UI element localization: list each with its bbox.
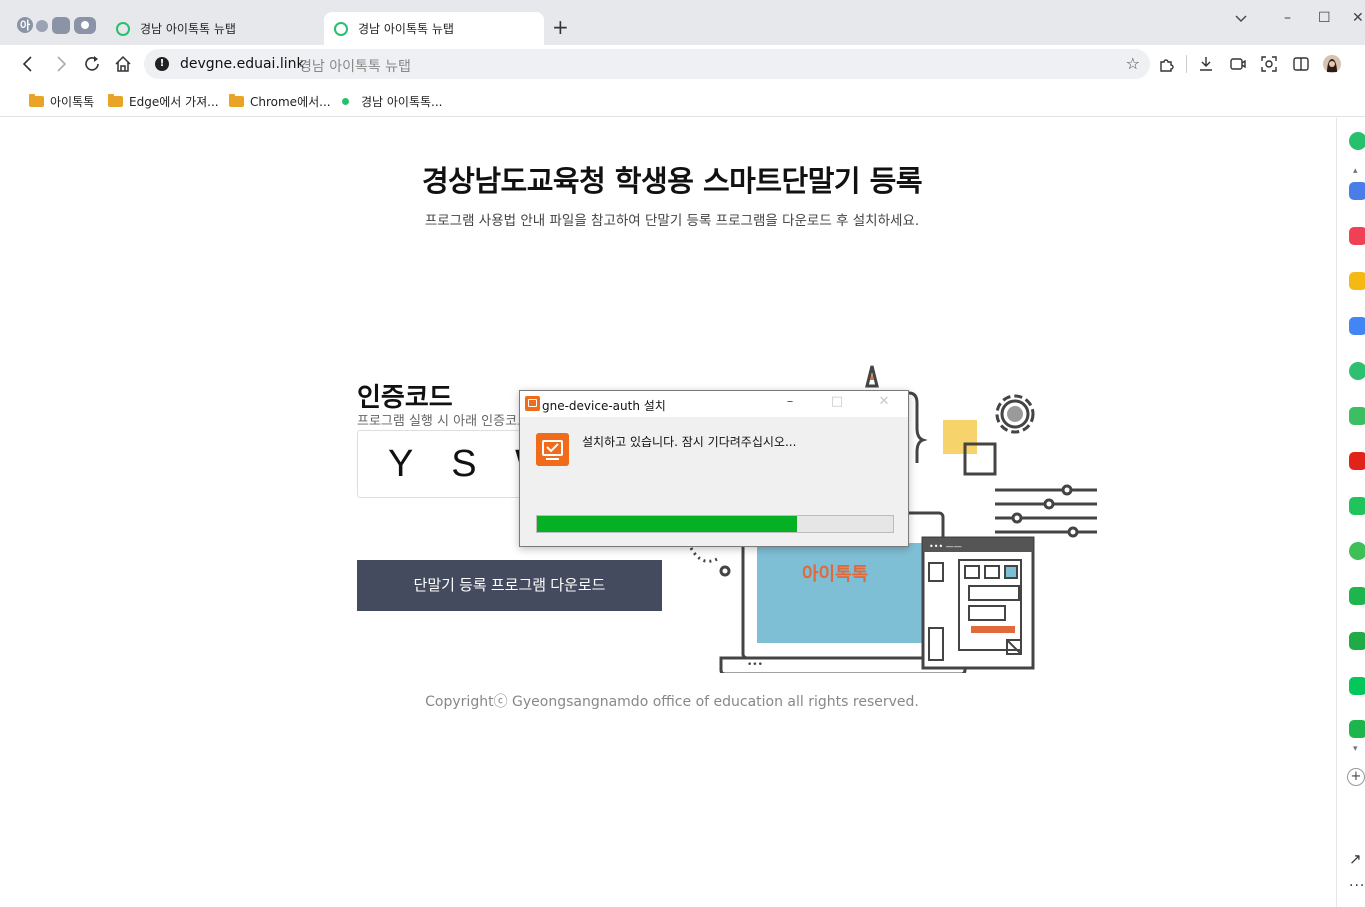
minimize-button[interactable]: – <box>1284 10 1291 26</box>
bookmark-label: Edge에서 가져... <box>129 95 219 109</box>
auth-code-value: Y S W <box>388 443 526 485</box>
favorites-star-icon[interactable]: ☆ <box>1126 54 1140 73</box>
back-icon[interactable] <box>17 53 39 75</box>
forward-icon[interactable] <box>50 53 72 75</box>
site-info-icon[interactable]: ! <box>155 57 169 71</box>
installer-dialog: gne-device-auth 설치 – □ ✕ 설치하고 있습니다. 잠시 기… <box>519 390 909 547</box>
menu-dots-icon[interactable]: ⋮ <box>1359 53 1365 67</box>
sidebar-add-button[interactable]: + <box>1347 768 1365 786</box>
extensions-icon[interactable] <box>1157 55 1175 73</box>
folder-icon <box>29 94 44 107</box>
sidebar-more-icon[interactable]: ··· <box>1349 878 1365 894</box>
svg-text:아: 아 <box>20 18 31 32</box>
tab-strip: 아 경남 아이톡톡 뉴탭 경남 아이톡톡 뉴탭 + – ☐ ✕ <box>0 0 1365 45</box>
screenshot-icon[interactable] <box>1260 55 1278 73</box>
sidebar-b-icon[interactable] <box>1349 542 1365 560</box>
tab-search-chevron-icon[interactable] <box>1234 12 1248 26</box>
bookmark-folder-edge[interactable]: Edge에서 가져... <box>108 93 219 110</box>
bookmark-aitoktok-site[interactable]: 경남 아이톡톡... <box>340 93 443 110</box>
bookmark-label: 경남 아이톡톡... <box>361 95 443 109</box>
sidebar-welcome-icon[interactable] <box>1349 407 1365 425</box>
svg-text:••• ——: ••• —— <box>929 542 962 551</box>
right-sidebar: ▴ ▾ + ↗ ··· <box>1336 118 1365 907</box>
sidebar-naver-icon[interactable] <box>1349 677 1365 695</box>
install-progress-fill <box>537 516 797 532</box>
home-icon[interactable] <box>112 53 134 75</box>
page-subtitle: 프로그램 사용법 안내 파일을 참고하여 단말기 등록 프로그램을 다운로드 후… <box>424 213 920 229</box>
tab-1[interactable]: 경남 아이톡톡 뉴탭 <box>106 12 320 45</box>
toolbar-separator <box>1186 55 1187 73</box>
sidebar-news-icon[interactable] <box>1349 452 1365 470</box>
sidebar-pocket-icon[interactable] <box>1349 227 1365 245</box>
auth-code-description: 프로그램 실행 시 아래 인증코드를 입력하세요. <box>357 414 522 429</box>
dialog-maximize-button: □ <box>830 394 844 409</box>
sidebar-green-circle-icon[interactable] <box>1349 132 1365 150</box>
sidebar-scroll-up-icon[interactable]: ▴ <box>1353 166 1358 176</box>
sidebar-star-icon[interactable] <box>1349 272 1365 290</box>
bookmark-folder-chrome[interactable]: Chrome에서... <box>229 93 331 110</box>
sidebar-chat-icon[interactable] <box>1349 497 1365 515</box>
aitoktok-logo: 아 <box>17 17 96 34</box>
tab-favicon-icon <box>334 21 348 36</box>
sidebar-play-icon[interactable] <box>1349 362 1365 380</box>
new-tab-button[interactable]: + <box>552 17 569 37</box>
folder-icon <box>108 94 123 107</box>
dialog-minimize-button[interactable]: – <box>780 394 800 409</box>
sidebar-blog-icon[interactable] <box>1349 587 1365 605</box>
bookmark-label: Chrome에서... <box>250 95 331 109</box>
url-page-title: 경남 아이톡톡 뉴탭 <box>299 59 411 75</box>
tab-2-active[interactable]: 경남 아이톡톡 뉴탭 <box>324 12 544 45</box>
sidebar-scroll-down-icon[interactable]: ▾ <box>1353 744 1358 754</box>
toolbar: ! devgne.eduai.link 경남 아이톡톡 뉴탭 ☆ ⋮ <box>0 45 1365 83</box>
reload-icon[interactable] <box>81 53 103 75</box>
download-icon[interactable] <box>1197 55 1215 73</box>
installer-app-icon <box>525 396 540 411</box>
copyright-text: Copyrightⓒ Gyeongsangnamdo office of edu… <box>425 694 919 710</box>
tab-title: 경남 아이톡톡 뉴탭 <box>140 22 236 36</box>
sidebar-calendar-icon[interactable] <box>1349 182 1365 200</box>
address-bar[interactable]: ! devgne.eduai.link 경남 아이톡톡 뉴탭 ☆ <box>144 49 1150 79</box>
installer-logo-icon <box>536 433 569 466</box>
bookmark-folder-aitoktok[interactable]: 아이톡톡 <box>29 93 94 110</box>
tab-favicon-icon <box>116 21 130 36</box>
bookmarks-bar: 아이톡톡 Edge에서 가져... Chrome에서... 경남 아이톡톡... <box>0 83 1365 117</box>
sidebar-map-icon[interactable] <box>1349 720 1365 738</box>
profile-avatar[interactable] <box>1323 55 1341 73</box>
auth-code-title: 인증코드 <box>357 383 453 413</box>
dialog-title: gne-device-auth 설치 <box>542 399 666 413</box>
url-host: devgne.eduai.link <box>180 56 305 72</box>
sidebar-google-icon[interactable] <box>1349 317 1365 335</box>
split-screen-icon[interactable] <box>1292 55 1310 73</box>
auth-code-box: Y S W <box>357 430 527 498</box>
sidebar-cafe-icon[interactable] <box>1349 632 1365 650</box>
svg-text:•••: ••• <box>747 660 763 670</box>
install-status-text: 설치하고 있습니다. 잠시 기다려주십시오... <box>582 435 797 449</box>
bookmark-label: 아이톡톡 <box>50 95 95 109</box>
dialog-titlebar[interactable]: gne-device-auth 설치 – □ ✕ <box>520 391 908 417</box>
svg-text:아이톡톡: 아이톡톡 <box>802 564 868 585</box>
sidebar-open-external-icon[interactable]: ↗ <box>1349 850 1362 868</box>
page-title: 경상남도교육청 학생용 스마트단말기 등록 <box>421 164 923 198</box>
folder-icon <box>229 94 244 107</box>
download-program-button[interactable]: 단말기 등록 프로그램 다운로드 <box>357 560 662 611</box>
install-progress-bar <box>536 515 894 533</box>
dialog-close-button: ✕ <box>878 394 890 409</box>
capture-icon[interactable] <box>1229 55 1247 73</box>
close-button[interactable]: ✕ <box>1352 10 1364 26</box>
maximize-button[interactable]: ☐ <box>1318 10 1331 26</box>
site-favicon-icon <box>342 98 349 105</box>
tab-title: 경남 아이톡톡 뉴탭 <box>358 22 454 36</box>
